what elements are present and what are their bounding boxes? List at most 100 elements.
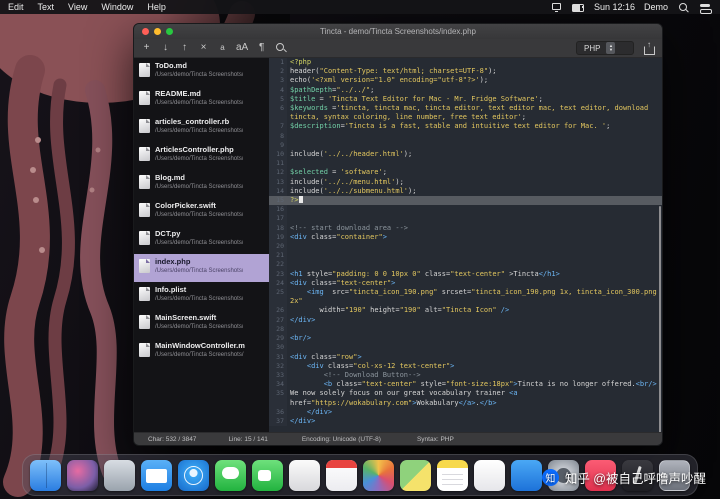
file-item-ToDo.md[interactable]: ToDo.md/Users/demo/Tincta Screenshots/ (134, 58, 269, 86)
code-line[interactable]: 6 $keywords ='tincta, tincta mac, tincta … (269, 104, 662, 123)
code-editor[interactable]: 1 <?php 2 header("Content-Type: text/html; … (269, 58, 662, 432)
editor-scrollbar[interactable] (659, 206, 661, 432)
dock-launchpad-icon[interactable] (104, 459, 135, 491)
code-line[interactable]: 9 (269, 140, 662, 151)
code-line[interactable]: 28 (269, 324, 662, 335)
close-file-button[interactable]: × (198, 41, 209, 55)
code-line[interactable]: 13 include('../../menu.html'); (269, 177, 662, 187)
line-number: 28 (269, 324, 287, 335)
syntax-select[interactable]: PHP ▲ ▼ (576, 41, 634, 55)
file-item-DCT.py[interactable]: DCT.py/Users/demo/Tincta Screenshots/ (134, 226, 269, 254)
line-number: 1 (269, 58, 287, 68)
code-line[interactable]: 37 </div> (269, 416, 662, 427)
zoom-window-button[interactable] (166, 28, 173, 35)
code-line[interactable]: 4 $pathDepth="../../"; (269, 85, 662, 95)
dock-safari-icon[interactable] (178, 459, 209, 491)
close-window-button[interactable] (142, 28, 149, 35)
dock-facetime-icon[interactable] (252, 459, 283, 491)
file-item-MainWindowController.m[interactable]: MainWindowController.m/Users/demo/Tincta… (134, 338, 269, 366)
show-invisibles-button[interactable]: ¶ (256, 41, 267, 55)
code-line[interactable]: 1 <?php (269, 58, 662, 68)
menu-item-view[interactable]: View (68, 2, 87, 12)
dock-finder-icon[interactable] (30, 459, 61, 491)
code-line[interactable]: 11 (269, 159, 662, 169)
menu-item-help[interactable]: Help (147, 2, 166, 12)
code-line[interactable]: 3 echo('<?xml version="1.0" encoding="utf… (269, 76, 662, 86)
line-number: 30 (269, 343, 287, 353)
code-line[interactable]: 19 <div class="container"> (269, 232, 662, 243)
document-icon (139, 315, 150, 329)
minimize-window-button[interactable] (154, 28, 161, 35)
battery-icon[interactable] (571, 2, 585, 13)
dock-calendar-icon[interactable] (326, 459, 357, 491)
screen-mirroring-icon[interactable] (550, 2, 563, 13)
dock-photos-icon[interactable] (363, 459, 394, 491)
code-line[interactable]: 8 (269, 131, 662, 141)
share-button[interactable] (642, 41, 655, 55)
dock-siri-icon[interactable] (67, 459, 98, 491)
file-item-index.php[interactable]: index.php/Users/demo/Tincta Screenshots/ (134, 254, 269, 282)
code-line[interactable]: 27 </div> (269, 315, 662, 325)
file-item-ColorPicker.swift[interactable]: ColorPicker.swift/Users/demo/Tincta Scre… (134, 198, 269, 226)
code-line[interactable]: 21 (269, 251, 662, 261)
code-line[interactable]: 22 (269, 260, 662, 270)
code-line[interactable]: 32 <div class="col-xs-12 text-center"> (269, 361, 662, 371)
code-line[interactable]: 29 <br/> (269, 334, 662, 344)
code-line[interactable]: 23 <h1 style="padding: 0 0 10px 0" class=… (269, 269, 662, 279)
code-line[interactable]: 7 $description='Tincta is a fast, stable … (269, 122, 662, 132)
dock-app-store-icon[interactable] (511, 459, 542, 491)
code-line[interactable]: 34 <b class="text-center" style="font-si… (269, 380, 662, 390)
search-button[interactable] (275, 41, 288, 55)
file-item-ArticlesController.php[interactable]: ArticlesController.php/Users/demo/Tincta… (134, 142, 269, 170)
code-line[interactable]: 33 <!-- Download Button--> (269, 370, 662, 381)
code-line[interactable]: 25 <img src="tincta_icon_190.png" srcset… (269, 288, 662, 307)
file-item-articles_controller.rb[interactable]: articles_controller.rb/Users/demo/Tincta… (134, 114, 269, 142)
dock-reminders-icon[interactable] (474, 459, 505, 491)
dock-maps-icon[interactable] (400, 459, 431, 491)
open-file-button[interactable]: ↓ (160, 41, 171, 55)
code-line[interactable]: 16 (269, 205, 662, 215)
code-line[interactable]: 35 We now solely focus on our great vocab… (269, 389, 662, 408)
font-size-button[interactable]: aA (236, 41, 248, 55)
file-item-Info.plist[interactable]: Info.plist/Users/demo/Tincta Screenshots… (134, 282, 269, 310)
code-line[interactable]: 24 <div class="text-center"> (269, 278, 662, 289)
code-line[interactable]: 17 (269, 214, 662, 224)
line-number: 12 (269, 168, 287, 178)
code-line[interactable]: 14 include('../../submenu.html'); (269, 186, 662, 197)
code-line[interactable]: 18 <!-- start download area --> (269, 223, 662, 233)
document-icon (139, 119, 150, 133)
save-file-button[interactable]: ↑ (179, 41, 190, 55)
code-line[interactable]: 26 width="190" height="190" alt="Tincta … (269, 306, 662, 316)
spotlight-icon[interactable] (677, 2, 690, 13)
file-item-Blog.md[interactable]: Blog.md/Users/demo/Tincta Screenshots/ (134, 170, 269, 198)
code-line[interactable]: 31 <div class="row"> (269, 352, 662, 362)
code-line[interactable]: 20 (269, 242, 662, 252)
menubar-clock[interactable]: Sun 12:16 (594, 2, 635, 12)
code-line[interactable]: 2 header("Content-Type: text/html; charse… (269, 67, 662, 77)
code-line[interactable]: 5 $title = 'Tincta Text Editor for Mac - … (269, 94, 662, 105)
control-center-icon[interactable] (699, 2, 712, 14)
dock-mail-icon[interactable] (141, 459, 172, 491)
line-number: 13 (269, 177, 287, 187)
menubar-status: Sun 12:16 Demo (550, 2, 712, 14)
dock-messages-icon[interactable] (215, 459, 246, 491)
new-file-button[interactable]: + (141, 41, 152, 55)
code-line[interactable]: 30 (269, 343, 662, 353)
decrease-font-button[interactable]: a (217, 41, 228, 55)
line-number: 20 (269, 242, 287, 252)
file-item-README.md[interactable]: README.md/Users/demo/Tincta Screenshots/ (134, 86, 269, 114)
code-line[interactable]: 15 ?> (269, 196, 662, 206)
file-item-MainScreen.swift[interactable]: MainScreen.swift/Users/demo/Tincta Scree… (134, 310, 269, 338)
menu-item-text[interactable]: Text (38, 2, 55, 12)
file-path: /Users/demo/Tincta Screenshots/ (155, 267, 244, 274)
code-line[interactable]: 10 include('../../header.html'); (269, 150, 662, 160)
code-line[interactable]: 36 </div> (269, 407, 662, 417)
menubar-user[interactable]: Demo (644, 2, 668, 12)
dock-contacts-icon[interactable] (289, 459, 320, 491)
titlebar[interactable]: Tincta - demo/Tincta Screenshots/index.p… (134, 24, 662, 39)
dock-notes-icon[interactable] (437, 459, 468, 491)
menu-item-edit[interactable]: Edit (8, 2, 24, 12)
menu-item-window[interactable]: Window (101, 2, 133, 12)
syntax-select-value: PHP (584, 43, 601, 53)
code-line[interactable]: 12 $selected = 'software'; (269, 168, 662, 178)
